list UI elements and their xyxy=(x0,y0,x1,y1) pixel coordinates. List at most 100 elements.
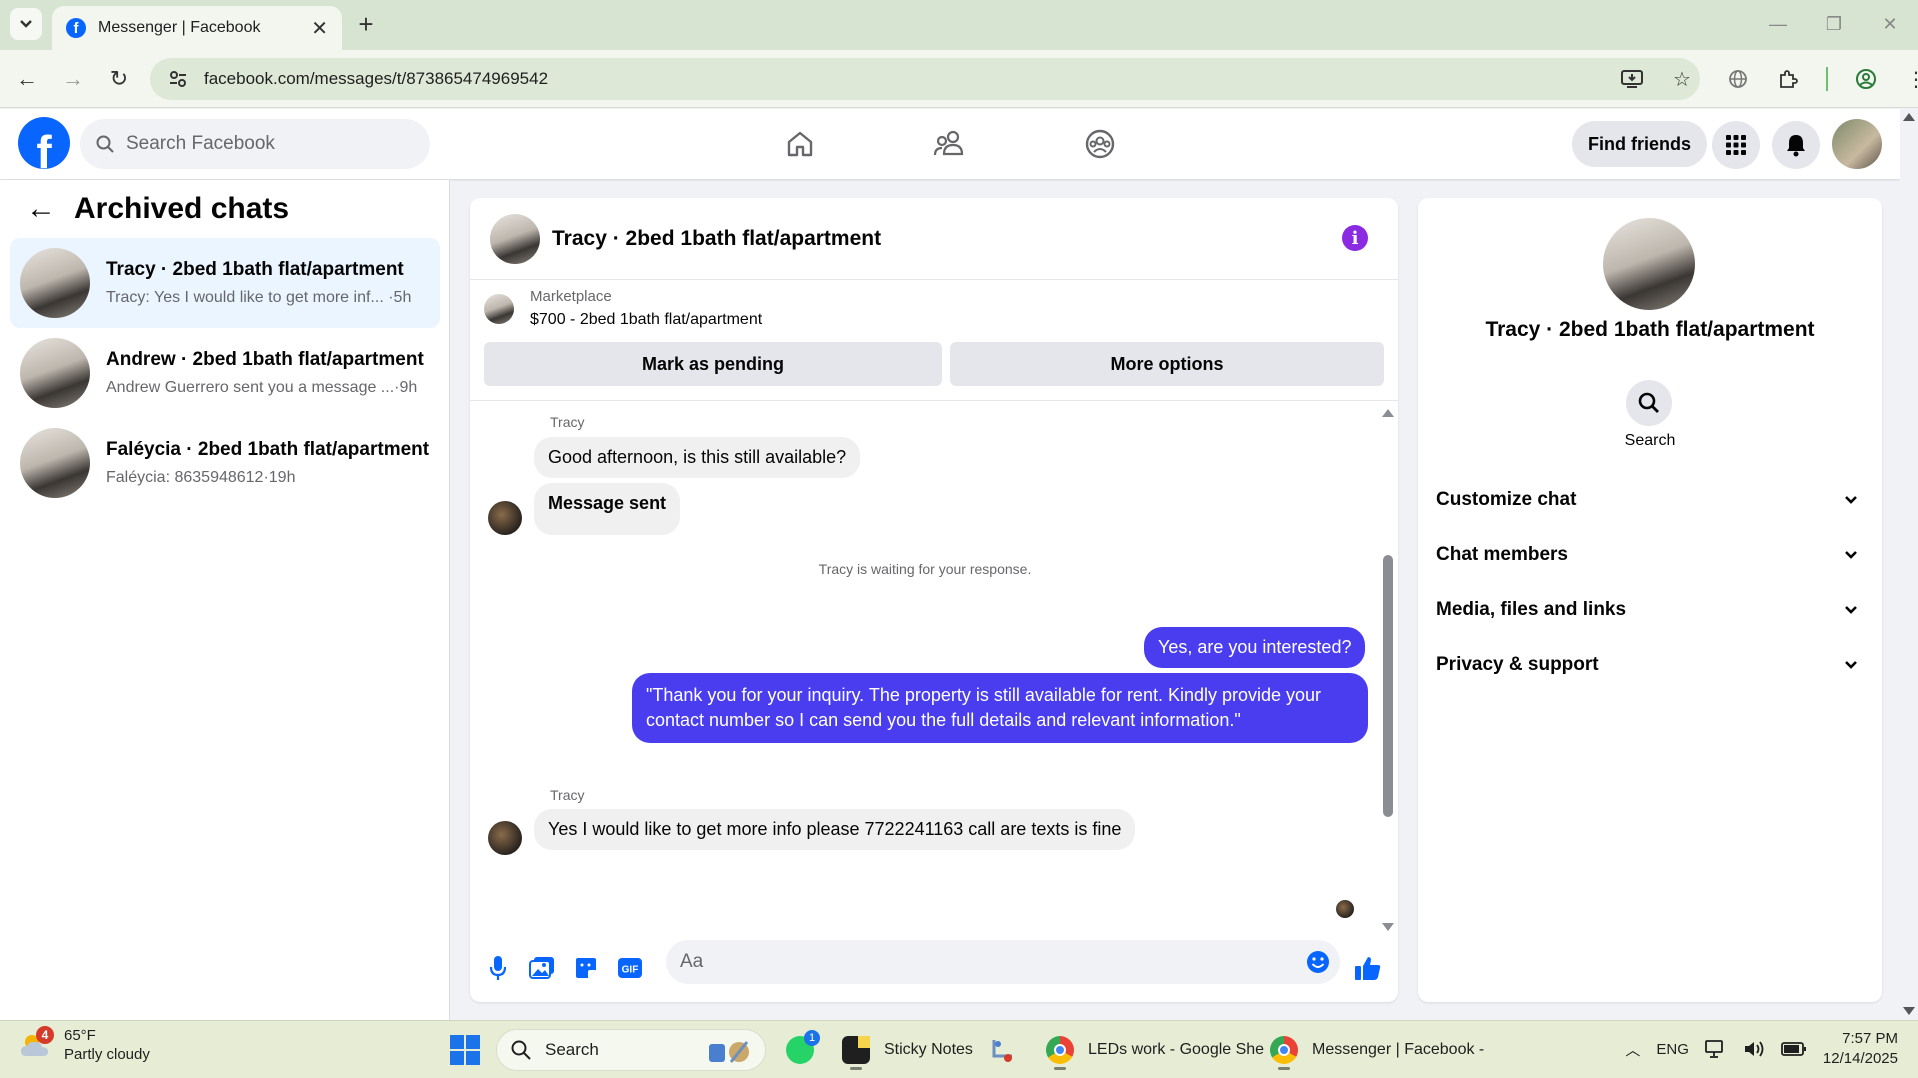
weather-widget[interactable]: 4 65°F Partly cloudy xyxy=(18,1026,150,1063)
nav-groups-icon[interactable] xyxy=(1070,123,1130,165)
reload-button[interactable]: ↻ xyxy=(104,64,134,94)
nav-home-icon[interactable] xyxy=(770,123,830,165)
chevron-down-icon xyxy=(1845,661,1857,669)
sender-avatar[interactable] xyxy=(488,821,522,855)
language-indicator[interactable]: ENG xyxy=(1656,1041,1689,1058)
sender-name: Tracy xyxy=(550,414,585,430)
chat-avatar xyxy=(20,248,90,318)
chat-item-faleycia[interactable]: Faléycia · 2bed 1bath flat/apartment Fal… xyxy=(10,418,440,508)
nav-friends-icon[interactable] xyxy=(920,123,980,165)
translate-icon[interactable] xyxy=(1726,67,1750,91)
toolbar-divider xyxy=(1826,67,1828,91)
sticky-notes-icon xyxy=(842,1036,870,1070)
info-icon[interactable]: i xyxy=(1342,225,1368,251)
snipping-tool-icon xyxy=(990,1036,1018,1064)
restore-window-button[interactable]: ❐ xyxy=(1814,10,1854,38)
outgoing-message[interactable]: Yes, are you interested? xyxy=(1144,627,1366,668)
taskbar-snipping-tool[interactable] xyxy=(990,1029,1018,1071)
photo-gallery-icon[interactable] xyxy=(528,954,556,982)
back-button[interactable]: ← xyxy=(12,64,42,94)
waiting-response-note: Tracy is waiting for your response. xyxy=(818,561,1032,577)
new-tab-button[interactable]: + xyxy=(352,9,380,39)
taskbar-search[interactable]: Search xyxy=(496,1029,766,1071)
mark-as-pending-button[interactable]: Mark as pending xyxy=(484,342,942,386)
listing-title: $700 - 2bed 1bath flat/apartment xyxy=(530,311,763,328)
chevron-down-icon xyxy=(1845,551,1857,559)
chrome-icon xyxy=(1270,1036,1298,1070)
chrome-icon xyxy=(1046,1036,1074,1070)
profile-account-icon[interactable] xyxy=(1854,67,1878,91)
minimize-window-button[interactable]: — xyxy=(1758,10,1798,38)
sticker-icon[interactable] xyxy=(572,954,600,982)
section-label: Media, files and links xyxy=(1436,599,1627,620)
conversation-title[interactable]: Tracy · 2bed 1bath flat/apartment xyxy=(552,227,881,251)
thumbs-up-icon[interactable] xyxy=(1354,954,1382,982)
taskbar-whatsapp[interactable]: 1 xyxy=(786,1029,820,1071)
browser-menu-icon[interactable]: ⋮ xyxy=(1904,67,1918,91)
clock-date: 12/14/2025 xyxy=(1822,1050,1898,1067)
customize-chat-row[interactable]: Customize chat xyxy=(1436,480,1864,520)
tab-search-button[interactable] xyxy=(10,8,42,40)
facebook-logo[interactable]: f xyxy=(18,117,70,169)
outgoing-message[interactable]: "Thank you for your inquiry. The propert… xyxy=(632,673,1368,743)
install-app-icon[interactable] xyxy=(1620,67,1644,91)
message-input[interactable] xyxy=(680,951,1240,973)
incoming-message[interactable]: Good afternoon, is this still available? xyxy=(534,437,861,478)
gif-icon[interactable]: GIF xyxy=(616,954,644,982)
media-files-links-row[interactable]: Media, files and links xyxy=(1436,590,1864,630)
extensions-puzzle-icon[interactable] xyxy=(1776,67,1800,91)
volume-icon[interactable] xyxy=(1743,1039,1765,1059)
address-bar[interactable]: facebook.com/messages/t/873865474969542 xyxy=(150,58,1700,100)
chat-snippet: Andrew Guerrero sent you a message ... xyxy=(106,379,395,396)
battery-icon[interactable] xyxy=(1781,1041,1807,1057)
find-friends-button[interactable]: Find friends xyxy=(1572,121,1707,167)
menu-grid-button[interactable] xyxy=(1712,121,1760,169)
windows-start-button[interactable] xyxy=(450,1035,480,1065)
taskbar-clock[interactable]: 7:57 PM 12/14/2025 xyxy=(1823,1029,1898,1069)
facebook-search-input[interactable] xyxy=(126,133,386,155)
back-arrow-icon[interactable]: ← xyxy=(26,192,56,226)
conversation-header: Tracy · 2bed 1bath flat/apartment i xyxy=(470,198,1398,280)
chat-name: Andrew · 2bed 1bath flat/apartment xyxy=(106,349,424,370)
section-label: Privacy & support xyxy=(1436,654,1599,675)
close-window-button[interactable]: ✕ xyxy=(1870,10,1910,38)
thread-scrollbar[interactable] xyxy=(1380,405,1394,931)
browser-tab-messenger[interactable]: f Messenger | Facebook ✕ xyxy=(52,6,342,50)
chat-item-andrew[interactable]: Andrew · 2bed 1bath flat/apartment Andre… xyxy=(10,328,440,418)
search-in-conversation-button[interactable] xyxy=(1626,380,1672,426)
chat-item-tracy[interactable]: Tracy · 2bed 1bath flat/apartment Tracy:… xyxy=(10,238,440,328)
conversation-avatar[interactable] xyxy=(490,213,540,264)
network-icon[interactable] xyxy=(1705,1039,1727,1059)
microphone-icon[interactable] xyxy=(484,954,512,982)
details-avatar[interactable] xyxy=(1603,218,1695,310)
close-tab-icon[interactable]: ✕ xyxy=(311,16,328,41)
archived-chats-sidebar: ← Archived chats Tracy · 2bed 1bath flat… xyxy=(0,180,450,1020)
sender-avatar[interactable] xyxy=(488,501,522,535)
taskbar-sticky-notes[interactable]: Sticky Notes xyxy=(842,1029,973,1071)
forward-button[interactable]: → xyxy=(58,64,88,94)
url-text: facebook.com/messages/t/873865474969542 xyxy=(204,69,549,88)
taskbar-chrome-sheets[interactable]: LEDs work - Google She xyxy=(1046,1029,1264,1071)
chat-name: Faléycia · 2bed 1bath flat/apartment xyxy=(106,439,430,460)
chat-time: ·9h xyxy=(394,379,418,396)
page-scrollbar[interactable] xyxy=(1900,109,1918,1019)
emoji-icon[interactable] xyxy=(1306,950,1330,974)
seen-avatar xyxy=(1336,900,1354,918)
chat-name: Tracy · 2bed 1bath flat/apartment xyxy=(106,259,404,280)
notifications-button[interactable] xyxy=(1772,121,1820,169)
more-options-button[interactable]: More options xyxy=(950,342,1384,386)
incoming-message[interactable]: Message sent xyxy=(534,483,681,535)
facebook-search-box[interactable] xyxy=(80,119,430,169)
marketplace-listing[interactable]: Marketplace $700 - 2bed 1bath flat/apart… xyxy=(484,288,762,329)
chat-members-row[interactable]: Chat members xyxy=(1436,535,1864,575)
incoming-message[interactable]: Yes I would like to get more info please… xyxy=(534,809,1136,850)
account-avatar[interactable] xyxy=(1832,119,1882,169)
chevron-down-icon xyxy=(1845,606,1857,614)
taskbar-chrome-messenger[interactable]: Messenger | Facebook - xyxy=(1270,1029,1484,1071)
site-settings-icon[interactable] xyxy=(168,69,188,89)
facebook-favicon-icon: f xyxy=(66,18,86,38)
message-input-box[interactable] xyxy=(666,940,1340,984)
bookmark-star-icon[interactable]: ☆ xyxy=(1670,67,1694,91)
show-hidden-icons-icon[interactable]: ︿ xyxy=(1625,1039,1640,1060)
privacy-support-row[interactable]: Privacy & support xyxy=(1436,645,1864,685)
